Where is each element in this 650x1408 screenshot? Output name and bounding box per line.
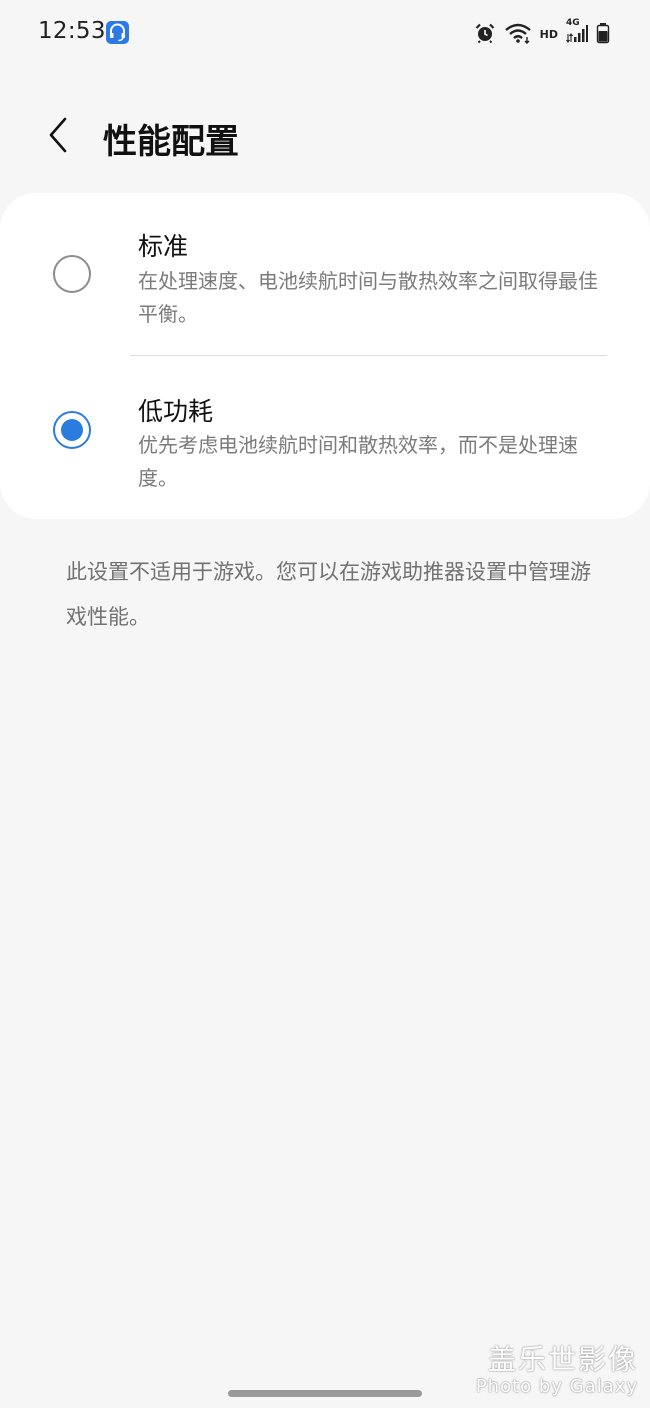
chevron-left-icon [47,117,69,157]
option-standard[interactable]: 标准 在处理速度、电池续航时间与散热效率之间取得最佳平衡。 [0,193,650,355]
app-bar: 性能配置 [0,100,650,176]
alarm-clock-icon [474,22,496,44]
status-icons: HD 4G [474,18,610,46]
photo-watermark: 盖乐世影像 Photo by Galaxy [476,1344,638,1398]
home-indicator[interactable] [228,1390,422,1397]
battery-icon [596,22,610,44]
headset-icon [106,21,129,44]
wifi-icon [504,22,532,44]
4g-signal-icon: 4G [566,18,588,44]
option-title-low-power: 低功耗 [138,397,214,426]
performance-options-card: 标准 在处理速度、电池续航时间与散热效率之间取得最佳平衡。 低功耗 优先考虑电池… [0,193,650,519]
games-footnote: 此设置不适用于游戏。您可以在游戏助推器设置中管理游戏性能。 [66,560,591,629]
page-title: 性能配置 [103,122,239,162]
watermark-cn: 盖乐世影像 [487,1343,638,1376]
network-type-label: 4G [566,18,580,28]
status-bar: 12:53 HD 4G [0,0,650,66]
hd-icon: HD [539,27,558,41]
radio-selected-dot [61,419,83,441]
option-description-low-power: 优先考虑电池续航时间和散热效率，而不是处理速度。 [138,433,578,490]
option-description-standard: 在处理速度、电池续航时间与散热效率之间取得最佳平衡。 [138,269,598,326]
option-low-power[interactable]: 低功耗 优先考虑电池续航时间和散热效率，而不是处理速度。 [0,356,650,519]
radio-button-standard[interactable] [53,255,91,293]
back-button[interactable] [36,112,80,162]
option-title-standard: 标准 [138,232,189,261]
status-time: 12:53 [38,18,106,44]
watermark-en: Photo by Galaxy [475,1376,638,1397]
radio-button-low-power[interactable] [53,411,91,449]
